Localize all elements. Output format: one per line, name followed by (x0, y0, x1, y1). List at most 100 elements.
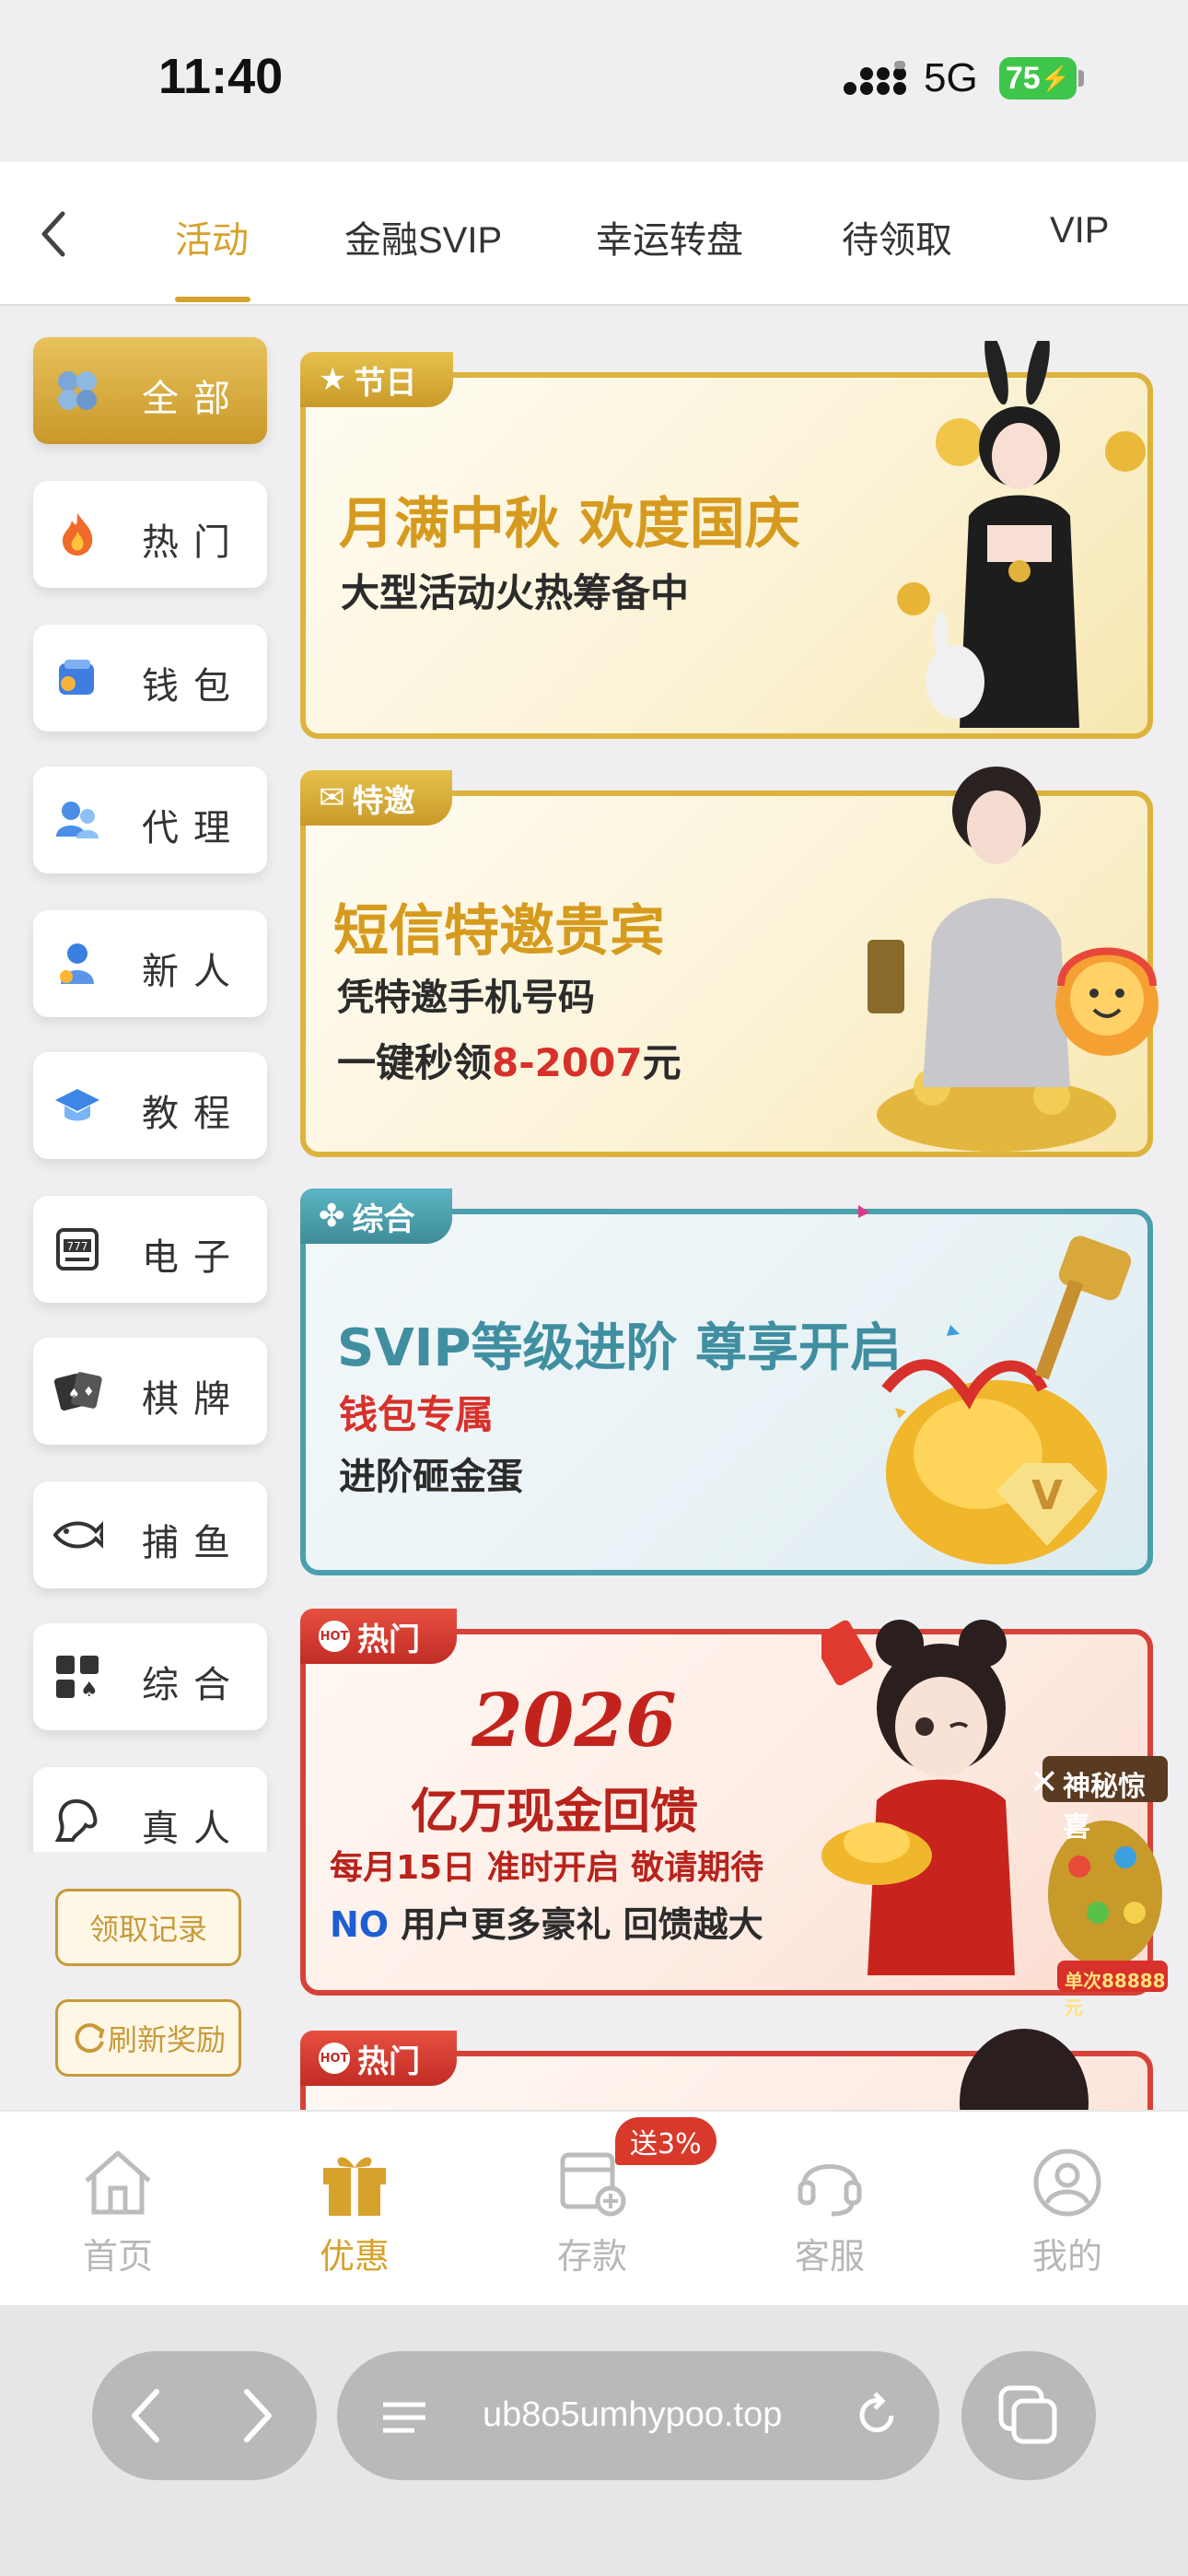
promo-banner-hot-2026[interactable]: HOT 热门 2026 亿万现金回馈 每月15日 准时开启 敬请期待 NO 用户更… (300, 1609, 1168, 2019)
banner-line1: 钱包专属 (339, 1392, 495, 1437)
banner-year: 2026 (472, 1677, 677, 1763)
sidebar-item-agent[interactable]: 代理 (33, 767, 267, 873)
slot-machine-icon: 777 (52, 1224, 103, 1275)
banner-subtitle: 大型活动火热筹备中 (341, 570, 690, 615)
sidebar-item-label: 钱包 (142, 665, 245, 708)
sidebar-item-all[interactable]: 全部 (33, 337, 267, 444)
svg-text:♠: ♠ (80, 1679, 99, 1700)
sidebar-item-label: 综合 (142, 1664, 245, 1706)
home-icon (85, 2150, 151, 2215)
close-icon[interactable]: ✕ (1030, 1762, 1059, 1802)
sidebar-item-cards[interactable]: ♠ ♦ 棋牌 (33, 1338, 267, 1445)
sidebar-item-label: 代理 (142, 807, 245, 849)
top-tab-bar: 活动 金融SVIP 幸运转盘 待领取 VIP (0, 162, 1188, 306)
back-arrow-icon[interactable] (37, 208, 74, 260)
wallet-icon (52, 652, 103, 704)
banner-tag: HOT 热门 (300, 1609, 457, 1664)
active-tab-indicator (175, 297, 250, 302)
sidebar-item-label: 棋牌 (142, 1378, 245, 1421)
banner-tag: ✉ 特邀 (300, 770, 452, 825)
nav-customer-service[interactable]: 客服 (761, 2143, 899, 2278)
cards-icon: ♠ ♦ (52, 1365, 103, 1417)
deposit-bonus-badge: 送3% (615, 2117, 716, 2165)
agent-icon (52, 794, 103, 846)
svg-text:V: V (1031, 1472, 1063, 1519)
sidebar-item-label: 捕鱼 (142, 1522, 245, 1564)
banner-tag: HOT 热门 (300, 2031, 457, 2086)
flame-icon (52, 509, 103, 560)
browser-nav-group (92, 2351, 317, 2480)
hot-icon: HOT (319, 1621, 350, 1652)
fish-icon (52, 1509, 103, 1561)
battery-indicator: 75 ⚡ (999, 57, 1077, 100)
nav-profile[interactable]: 我的 (998, 2143, 1136, 2278)
banner-line2: NO 用户更多豪礼 回馈越大 (330, 1904, 763, 1945)
banner-line1: 凭特邀手机号码 (337, 977, 595, 1019)
url-text: ub8o5umhypoo.top (483, 2395, 783, 2434)
golden-egg-illustration: V (858, 1205, 1132, 1564)
promo-banner-sms-invite[interactable]: ✉ 特邀 短信特邀贵宾 凭特邀手机号码 一键秒领8-2007元 (300, 767, 1159, 1157)
star-icon: ★ (319, 361, 347, 398)
promo-banner-festival[interactable]: ★ 节日 月满中秋 欢度国庆 大型活动火热筹备中 (300, 341, 1153, 739)
browser-forward-icon[interactable] (239, 2386, 276, 2445)
hostess-illustration (868, 767, 1159, 1152)
tabs-button[interactable] (961, 2351, 1096, 2480)
banner-title: 短信特邀贵宾 (333, 899, 665, 964)
banner-line2: 一键秒领8-2007元 (337, 1040, 681, 1085)
banner-line1: 每月15日 准时开启 敬请期待 (330, 1849, 764, 1887)
network-type: 5G (924, 55, 978, 100)
reload-icon[interactable] (853, 2390, 904, 2441)
status-bar: 11:40 5G 75 ⚡ (0, 0, 1188, 162)
sidebar-item-label: 真人 (142, 1808, 245, 1850)
address-bar[interactable]: ub8o5umhypoo.top (337, 2351, 939, 2480)
sidebar-item-hot[interactable]: 热门 (33, 481, 267, 588)
float-title: 神秘惊喜 (1063, 1771, 1146, 1844)
browser-back-icon[interactable] (127, 2386, 164, 2445)
charging-icon: ⚡ (1040, 64, 1071, 92)
sidebar-item-live[interactable]: 真人 (33, 1767, 267, 1856)
nav-home[interactable]: 首页 (49, 2143, 187, 2278)
svg-text:777: 777 (67, 1240, 88, 1253)
tab-lucky-wheel[interactable]: 幸运转盘 (596, 210, 743, 263)
tab-activity[interactable]: 活动 (175, 210, 249, 263)
tab-pending[interactable]: 待领取 (842, 210, 952, 263)
claim-record-button[interactable]: 领取记录 (55, 1889, 241, 1966)
menu-icon[interactable] (381, 2399, 427, 2436)
sidebar-item-label: 电子 (142, 1236, 245, 1279)
tab-finance-svip[interactable]: 金融SVIP (344, 210, 502, 263)
sidebar-item-wallet[interactable]: 钱包 (33, 625, 267, 732)
sidebar-item-label: 全部 (142, 378, 245, 420)
grid-icon: ♠ (52, 1651, 103, 1703)
promo-banner-svip[interactable]: ✤ 综合 SVIP等级进阶 尊享开启 钱包专属 进阶砸金蛋 V (300, 1188, 1153, 1575)
user-icon (1033, 2149, 1101, 2217)
sidebar-item-tutorial[interactable]: 教程 (33, 1052, 267, 1159)
sidebar-item-label: 新人 (142, 951, 245, 993)
banner-tag: ✤ 综合 (300, 1188, 452, 1244)
envelope-icon: ✉ (319, 779, 345, 816)
mascot-girl-illustration (821, 1620, 1015, 1975)
mystery-surprise-float[interactable]: ✕ 神秘惊喜 单次88888元 (1030, 1756, 1168, 2019)
tabs-icon (998, 2385, 1057, 2444)
banner-title: SVIP等级进阶 尊享开启 (337, 1318, 903, 1378)
sidebar-item-electronic[interactable]: 777 电子 (33, 1196, 267, 1303)
gift-icon (323, 2157, 386, 2216)
refresh-rewards-button[interactable]: 刷新奖励 (55, 1999, 241, 2077)
tab-vip[interactable]: VIP (1050, 210, 1109, 252)
refresh-icon (75, 2023, 105, 2054)
sidebar-item-label: 热门 (142, 521, 245, 564)
signal-icon (844, 61, 906, 95)
headset-icon (798, 2164, 862, 2217)
svg-text:♠: ♠ (68, 1387, 80, 1401)
browser-toolbar: ub8o5umhypoo.top (0, 2305, 1188, 2576)
no-logo: NO (330, 1904, 390, 1945)
clover-icon: ✤ (319, 1198, 345, 1235)
float-amount: 单次88888元 (1065, 1970, 1166, 2019)
sidebar-item-fishing[interactable]: 捕鱼 (33, 1481, 267, 1588)
sidebar-item-label: 教程 (142, 1093, 245, 1135)
newbie-icon (52, 938, 103, 989)
sidebar-item-newbie[interactable]: 新人 (33, 910, 267, 1017)
live-dealer-icon (52, 1795, 103, 1846)
sidebar-item-comprehensive[interactable]: ♠ 综合 (33, 1623, 267, 1730)
nav-promotions[interactable]: 优惠 (285, 2143, 424, 2278)
svg-text:♦: ♦ (83, 1385, 95, 1399)
